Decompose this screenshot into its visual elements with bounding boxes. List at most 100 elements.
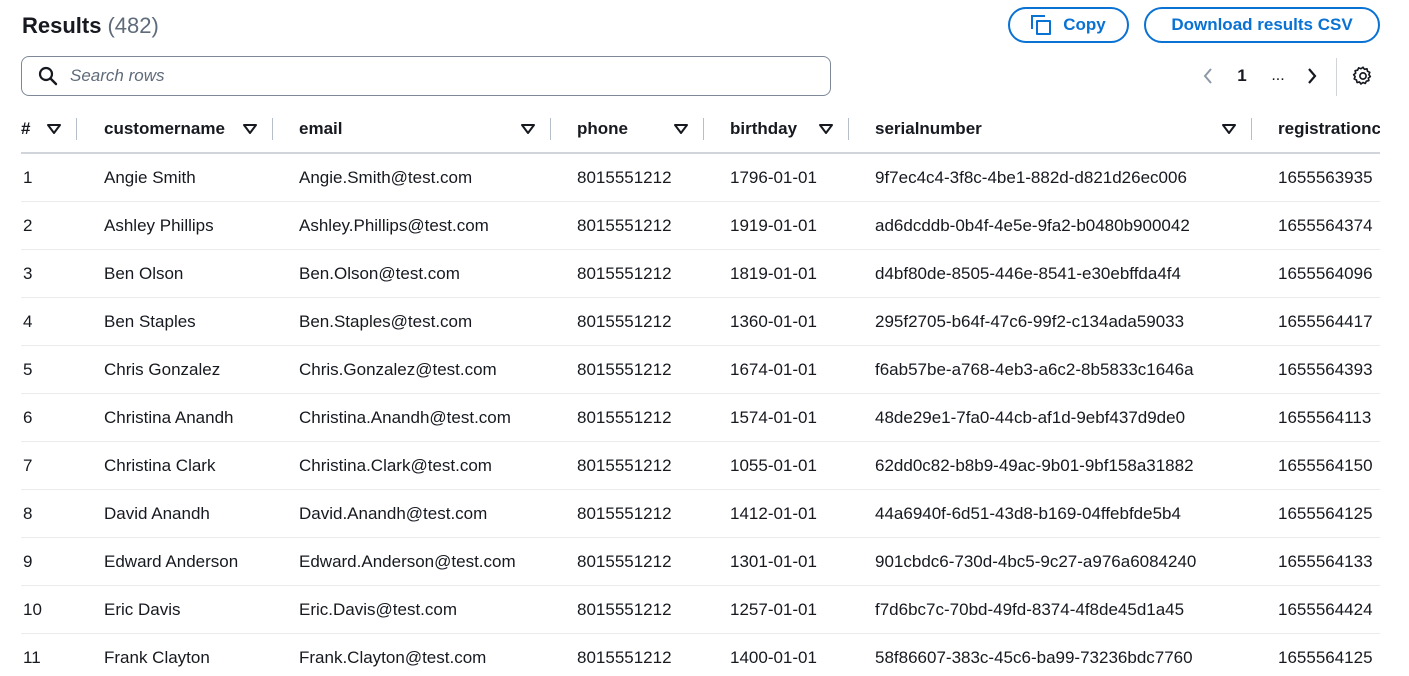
phone-cell: 8015551212 [551,489,704,538]
copy-button[interactable]: Copy [1008,7,1129,43]
download-button-label: Download results CSV [1171,15,1353,34]
registration-cell: 1655564150 [1252,441,1380,490]
row-index: 3 [21,249,77,298]
pagination-ellipsis: ... [1271,67,1285,84]
sort-caret-down-icon[interactable] [243,122,257,136]
column-header-customername[interactable]: customername [77,106,273,154]
serialnumber-cell: d4bf80de-8505-446e-8541-e30ebffda4f4 [849,249,1252,298]
results-header: Results (482) [22,10,159,42]
customer-name-cell: Eric Davis [77,585,273,634]
sort-caret-down-icon[interactable] [521,122,535,136]
serialnumber-cell: 44a6940f-6d51-43d8-b169-04ffebfde5b4 [849,489,1252,538]
row-index: 9 [21,537,77,586]
phone-cell: 8015551212 [551,441,704,490]
gear-icon [1352,66,1372,85]
table-row[interactable]: 2 Ashley Phillips Ashley.Phillips@test.com… [21,201,1380,250]
birthday-cell: 1055-01-01 [704,441,849,490]
email-cell: Ben.Olson@test.com [273,249,551,298]
download-results-csv-button[interactable]: Download results CSV [1144,7,1380,43]
phone-cell: 8015551212 [551,297,704,346]
customer-name-cell: Edward Anderson [77,537,273,586]
registration-cell: 1655564424 [1252,585,1380,634]
copy-icon [1031,15,1052,35]
email-cell: David.Anandh@test.com [273,489,551,538]
table-row[interactable]: 9 Edward Anderson Edward.Anderson@test.com… [21,537,1380,586]
serialnumber-cell: 62dd0c82-b8b9-49ac-9b01-9bf158a31882 [849,441,1252,490]
table-row[interactable]: 6 Christina Anandh Christina.Anandh@test.c… [21,393,1380,442]
customer-name-cell: Frank Clayton [77,633,273,676]
column-header-label: birthday [730,119,798,138]
email-cell: Ben.Staples@test.com [273,297,551,346]
serialnumber-cell: f7d6bc7c-70bd-49fd-8374-4f8de45d1a45 [849,585,1252,634]
registration-cell: 1655564113 [1252,393,1380,442]
search-box [21,56,831,96]
sort-caret-down-icon[interactable] [819,122,833,136]
sort-caret-down-icon[interactable] [674,122,688,136]
birthday-cell: 1412-01-01 [704,489,849,538]
birthday-cell: 1360-01-01 [704,297,849,346]
phone-cell: 8015551212 [551,249,704,298]
email-cell: Christina.Clark@test.com [273,441,551,490]
email-cell: Ashley.Phillips@test.com [273,201,551,250]
column-header-label: registrationc [1278,119,1380,138]
email-cell: Edward.Anderson@test.com [273,537,551,586]
birthday-cell: 1400-01-01 [704,633,849,676]
table-row[interactable]: 7 Christina Clark Christina.Clark@test.com… [21,441,1380,490]
customer-name-cell: Christina Clark [77,441,273,490]
serialnumber-cell: 901cbdc6-730d-4bc5-9c27-a976a6084240 [849,537,1252,586]
customer-name-cell: David Anandh [77,489,273,538]
table-row[interactable]: 10 Eric Davis Eric.Davis@test.com 801555121… [21,585,1380,634]
serialnumber-cell: 58f86607-383c-45c6-ba99-73236bdc7760 [849,633,1252,676]
phone-cell: 8015551212 [551,153,704,202]
column-header-index[interactable]: # [21,106,77,154]
serialnumber-cell: 9f7ec4c4-3f8c-4be1-882d-d821d26ec006 [849,153,1252,202]
results-table-container[interactable]: # customername email phone birthday seri… [21,106,1380,676]
row-index: 11 [21,633,77,676]
column-header-registration[interactable]: registrationc [1252,106,1380,154]
next-page-button[interactable] [1302,64,1322,88]
sort-caret-down-icon[interactable] [1222,122,1236,136]
customer-name-cell: Angie Smith [77,153,273,202]
column-header-birthday[interactable]: birthday [704,106,849,154]
table-row[interactable]: 3 Ben Olson Ben.Olson@test.com 8015551212 18… [21,249,1380,298]
email-cell: Eric.Davis@test.com [273,585,551,634]
table-row[interactable]: 1 Angie Smith Angie.Smith@test.com 80155512… [21,153,1380,202]
birthday-cell: 1819-01-01 [704,249,849,298]
column-header-phone[interactable]: phone [551,106,704,154]
column-header-email[interactable]: email [273,106,551,154]
serialnumber-cell: 295f2705-b64f-47c6-99f2-c134ada59033 [849,297,1252,346]
email-cell: Frank.Clayton@test.com [273,633,551,676]
sort-caret-down-icon[interactable] [47,122,61,136]
table-row[interactable]: 5 Chris Gonzalez Chris.Gonzalez@test.com 80… [21,345,1380,394]
phone-cell: 8015551212 [551,201,704,250]
customer-name-cell: Christina Anandh [77,393,273,442]
phone-cell: 8015551212 [551,633,704,676]
row-index: 10 [21,585,77,634]
column-header-label: customername [104,119,225,138]
registration-cell: 1655563935 [1252,153,1380,202]
registration-cell: 1655564096 [1252,249,1380,298]
customer-name-cell: Ben Staples [77,297,273,346]
registration-cell: 1655564374 [1252,201,1380,250]
row-index: 1 [21,153,77,202]
email-cell: Chris.Gonzalez@test.com [273,345,551,394]
preferences-button[interactable] [1351,64,1375,88]
phone-cell: 8015551212 [551,393,704,442]
column-header-label: phone [577,119,628,138]
column-header-label: email [299,119,343,138]
row-index: 6 [21,393,77,442]
table-header-row: # customername email phone birthday seri… [21,106,1380,154]
page-number-current[interactable]: 1 [1230,64,1254,88]
registration-cell: 1655564125 [1252,633,1380,676]
birthday-cell: 1301-01-01 [704,537,849,586]
column-header-serialnumber[interactable]: serialnumber [849,106,1252,154]
table-row[interactable]: 8 David Anandh David.Anandh@test.com 801555… [21,489,1380,538]
toolbar-divider [1336,58,1337,96]
table-row[interactable]: 4 Ben Staples Ben.Staples@test.com 80155512… [21,297,1380,346]
chevron-left-icon [1203,68,1212,84]
table-row[interactable]: 11 Frank Clayton Frank.Clayton@test.com 801… [21,633,1380,676]
birthday-cell: 1257-01-01 [704,585,849,634]
previous-page-button[interactable] [1198,64,1218,88]
search-input[interactable] [68,65,812,87]
copy-button-label: Copy [1063,15,1106,34]
